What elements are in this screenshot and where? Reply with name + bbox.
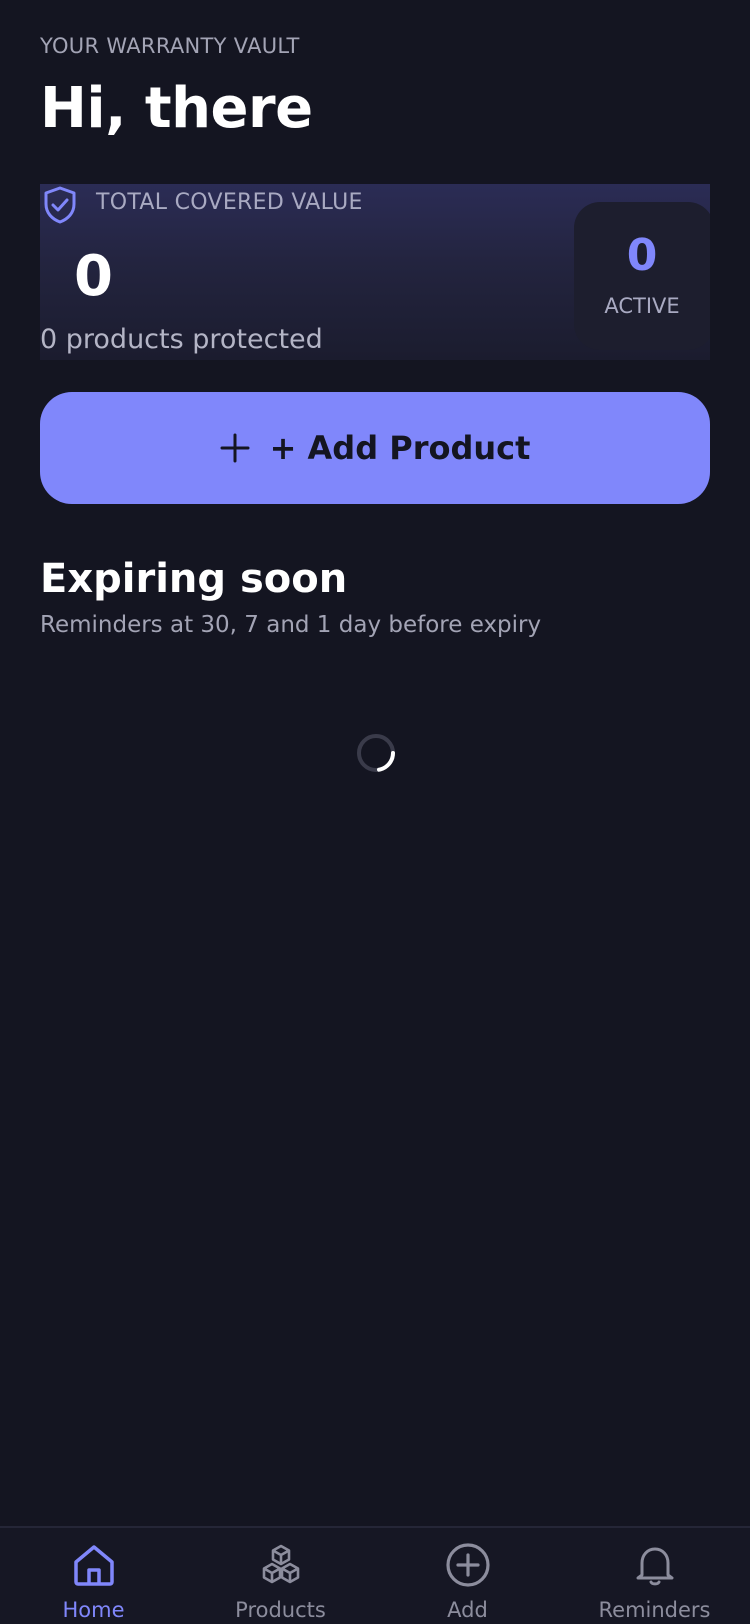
tab-products-label: Products (235, 1598, 326, 1622)
tab-add[interactable]: Add (374, 1528, 561, 1624)
total-covered-value: 0 (74, 244, 113, 309)
add-product-label: + Add Product (269, 429, 531, 467)
home-icon (74, 1545, 114, 1586)
page-title: Hi, there (40, 76, 313, 141)
add-product-button[interactable]: + Add Product (40, 392, 710, 504)
plus-circle-icon (446, 1543, 490, 1587)
tab-products[interactable]: Products (187, 1528, 374, 1624)
shield-check-icon (44, 186, 76, 224)
loading-spinner (357, 734, 395, 772)
plus-icon (220, 433, 250, 463)
total-covered-label: TOTAL COVERED VALUE (96, 190, 363, 215)
expiring-soon-title: Expiring soon (40, 556, 348, 602)
active-count: 0 (626, 230, 658, 281)
bell-icon (636, 1547, 674, 1586)
expiring-soon-subtitle: Reminders at 30, 7 and 1 day before expi… (40, 612, 542, 638)
active-count-box: 0 ACTIVE (574, 202, 710, 350)
tab-add-label: Add (447, 1598, 488, 1622)
summary-card: TOTAL COVERED VALUE 0 0 products protect… (40, 184, 710, 360)
tab-home[interactable]: Home (0, 1528, 187, 1624)
eyebrow-label: YOUR WARRANTY VAULT (40, 34, 300, 58)
bottom-tab-bar: Home Products Add Reminders (0, 1526, 750, 1624)
tab-reminders-label: Reminders (598, 1598, 711, 1622)
tab-home-label: Home (62, 1598, 125, 1622)
tab-reminders[interactable]: Reminders (561, 1528, 748, 1624)
cubes-icon (262, 1544, 300, 1584)
products-protected-text: 0 products protected (40, 324, 323, 355)
active-label: ACTIVE (604, 294, 680, 318)
